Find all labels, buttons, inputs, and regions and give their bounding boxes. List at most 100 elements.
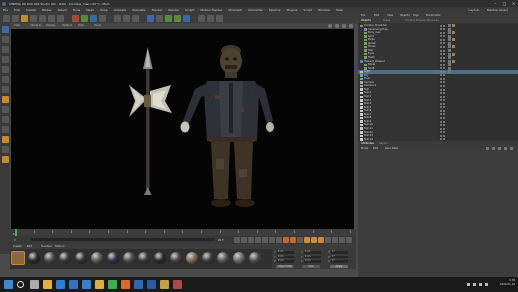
material-swatch[interactable] [59, 252, 72, 264]
task-view-icon[interactable] [30, 280, 39, 289]
visibility-dot-render[interactable] [443, 53, 445, 56]
material-swatch[interactable] [11, 251, 25, 265]
visibility-dot-render[interactable] [443, 45, 445, 48]
coordinate-field[interactable]: 0 ° [331, 250, 348, 254]
start-windows-icon[interactable] [4, 280, 13, 289]
previous-key-icon[interactable] [241, 237, 247, 243]
visibility-dot-editor[interactable] [440, 134, 442, 137]
subdivision-surface-icon[interactable] [165, 14, 172, 22]
visibility-dot-editor[interactable] [440, 24, 442, 27]
object-menu-objects[interactable]: Objects [400, 14, 410, 17]
current-frame-field[interactable]: 0 [14, 239, 16, 242]
redo-icon[interactable] [12, 14, 19, 22]
visibility-dot-render[interactable] [443, 131, 445, 134]
visibility-dot-editor[interactable] [440, 81, 442, 84]
mail-icon[interactable] [82, 280, 91, 289]
object-menu-file[interactable]: File [361, 14, 365, 17]
viewport-perspective[interactable] [11, 29, 354, 229]
visibility-dot-render[interactable] [443, 67, 445, 70]
visibility-dot-editor[interactable] [440, 38, 442, 41]
attribute-search-icon[interactable] [498, 146, 501, 150]
visibility-dot-editor[interactable] [440, 124, 442, 127]
menu-character[interactable]: Character [248, 8, 263, 12]
visibility-dot-render[interactable] [443, 31, 445, 34]
menu-pipeline[interactable]: Pipeline [269, 8, 281, 12]
menu-sculpt[interactable]: Sculpt [185, 8, 194, 12]
visibility-dot-render[interactable] [443, 81, 445, 84]
floor-icon[interactable] [198, 14, 205, 22]
coordinate-field[interactable]: 0 ° [331, 259, 348, 263]
visibility-dot-render[interactable] [443, 88, 445, 91]
render-picture-viewer-icon[interactable] [123, 14, 130, 22]
photoshop-icon[interactable] [134, 280, 143, 289]
visibility-dot-render[interactable] [443, 106, 445, 109]
attribute-lock-icon[interactable] [504, 146, 507, 150]
notifications-icon[interactable] [467, 283, 470, 286]
keyframe-selection-icon[interactable] [297, 237, 303, 243]
attribute-tab-layers[interactable]: Layers [379, 142, 388, 145]
enable-snap-icon[interactable] [1, 116, 9, 123]
visibility-dot-render[interactable] [443, 63, 445, 66]
attribute-menu-user-data[interactable]: User Data [385, 147, 398, 150]
coordinate-mode-select[interactable]: Object (Rel) [276, 264, 294, 268]
visibility-dot-render[interactable] [443, 113, 445, 116]
visibility-dot-render[interactable] [443, 95, 445, 98]
visibility-dot-editor[interactable] [440, 42, 442, 45]
store-icon[interactable] [69, 280, 78, 289]
viewport-move-icon[interactable] [328, 24, 332, 28]
visibility-dot-editor[interactable] [440, 127, 442, 130]
scale-key-icon[interactable] [318, 237, 324, 243]
attribute-tab-attributes[interactable]: Attributes [361, 142, 374, 145]
visibility-dot-render[interactable] [443, 102, 445, 105]
visibility-dot-editor[interactable] [440, 45, 442, 48]
material-menu-function[interactable]: Function [41, 245, 52, 248]
visibility-dot-editor[interactable] [440, 106, 442, 109]
material-swatch[interactable] [249, 252, 261, 264]
visibility-dot-editor[interactable] [440, 116, 442, 119]
minimize-icon[interactable]: – [491, 0, 500, 7]
menu-file[interactable]: File [3, 8, 8, 12]
viewport-rotate-icon[interactable] [342, 24, 346, 28]
tray-volume-icon[interactable] [479, 283, 482, 286]
record-icon[interactable] [283, 237, 289, 243]
y-axis-lock-icon[interactable] [81, 14, 88, 22]
tray-network-icon[interactable] [485, 283, 488, 286]
timeline-window-icon[interactable] [346, 237, 352, 243]
tweak-icon[interactable] [1, 106, 9, 113]
make-editable-icon[interactable] [1, 26, 9, 33]
menu-help[interactable]: Help [336, 8, 343, 12]
material-swatch[interactable] [43, 252, 56, 264]
frame-range-slider[interactable] [30, 238, 215, 241]
object-menu-tags[interactable]: Tags [413, 14, 419, 17]
menu-simulate[interactable]: Simulate [132, 8, 145, 12]
edges-mode-icon[interactable] [1, 76, 9, 83]
visibility-dot-editor[interactable] [440, 67, 442, 70]
visibility-dot-editor[interactable] [440, 70, 442, 73]
visibility-dot-editor[interactable] [440, 131, 442, 134]
material-swatch[interactable] [201, 252, 214, 264]
object-menu-edit[interactable]: Edit [374, 14, 379, 17]
array-icon[interactable] [174, 14, 181, 22]
viewport-menu-view[interactable]: View [14, 24, 20, 27]
attribute-menu-mode[interactable]: Mode [361, 147, 368, 150]
rotation-key-icon[interactable] [311, 237, 317, 243]
coordinate-field[interactable]: 0 cm [277, 255, 294, 259]
cube-icon[interactable] [147, 14, 154, 22]
object-menu-bookmarks[interactable]: Bookmarks [426, 14, 441, 17]
visibility-dot-editor[interactable] [440, 120, 442, 123]
material-menu-create[interactable]: Create [13, 245, 22, 248]
visibility-dot-render[interactable] [443, 134, 445, 137]
visibility-dot-render[interactable] [443, 77, 445, 80]
object-tab-takes[interactable]: Takes [383, 19, 390, 22]
visibility-dot-render[interactable] [443, 28, 445, 31]
media-player-icon[interactable] [173, 280, 182, 289]
pla-key-icon[interactable] [332, 237, 338, 243]
firefox-icon[interactable] [121, 280, 130, 289]
end-frame-field[interactable]: 90 F [218, 239, 224, 242]
visibility-dot-render[interactable] [443, 56, 445, 59]
coordinate-field[interactable]: 0 cm [277, 259, 294, 263]
visibility-dot-editor[interactable] [440, 85, 442, 88]
visibility-dot-editor[interactable] [440, 95, 442, 98]
chrome-icon[interactable] [95, 280, 104, 289]
spline-pen-icon[interactable] [156, 14, 163, 22]
